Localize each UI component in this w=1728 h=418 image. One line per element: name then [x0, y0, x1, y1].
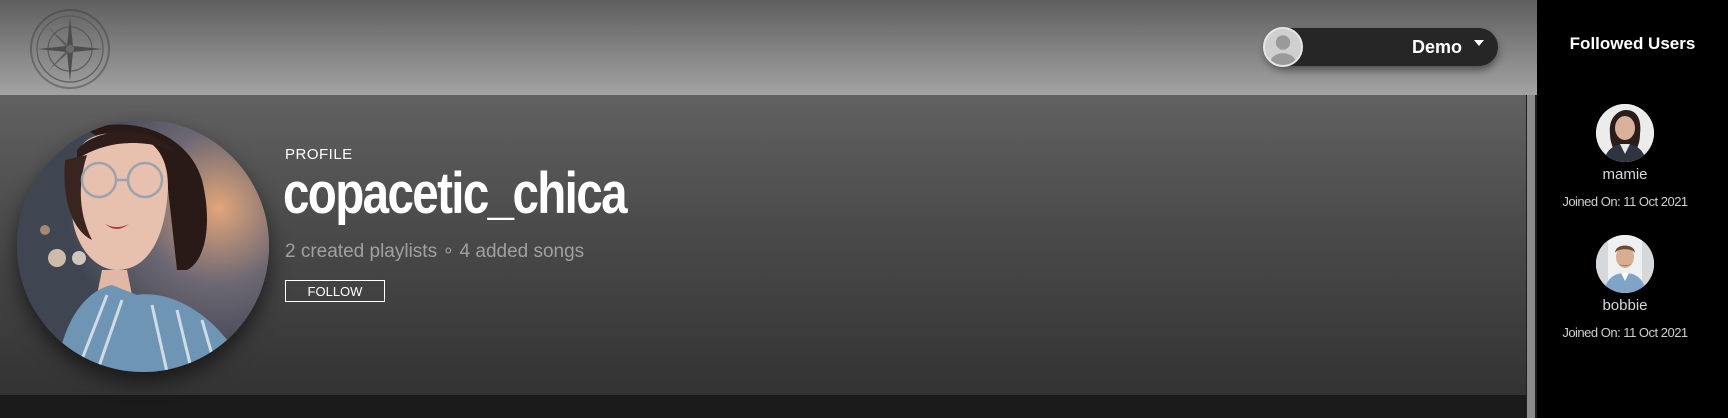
followed-user-name: bobbie	[1602, 297, 1648, 314]
followed-users-sidebar: Followed Users mamie Joined On: 11 Oct 2…	[1537, 0, 1728, 418]
default-user-avatar-icon	[1263, 27, 1303, 67]
profile-photo	[17, 120, 269, 372]
followed-user-name: mamie	[1602, 166, 1648, 183]
scrollbar-thumb[interactable]	[1527, 95, 1535, 418]
user-menu-name: Demo	[1411, 36, 1462, 57]
user-photo[interactable]	[1596, 235, 1654, 293]
user-menu-button[interactable]: Demo	[1263, 27, 1498, 67]
caret-down-icon	[1474, 40, 1484, 46]
followed-user-joined: Joined On: 11 Oct 2021	[1562, 325, 1688, 340]
top-bar: Demo	[0, 0, 1537, 95]
profile-stats: 2 created playlists ∘ 4 added songs	[285, 241, 585, 262]
compass-rose-logo-icon[interactable]	[30, 9, 110, 89]
sidebar-title: Followed Users	[1569, 34, 1696, 53]
user-photo[interactable]	[1596, 104, 1654, 162]
followed-user-joined: Joined On: 11 Oct 2021	[1562, 194, 1688, 209]
logo-graphic	[36, 15, 104, 83]
follow-button[interactable]: FOLLOW	[285, 280, 385, 302]
content-area	[0, 395, 1526, 418]
main-scrollbar[interactable]	[1526, 95, 1537, 418]
profile-username: copacetic_chica	[283, 161, 628, 226]
